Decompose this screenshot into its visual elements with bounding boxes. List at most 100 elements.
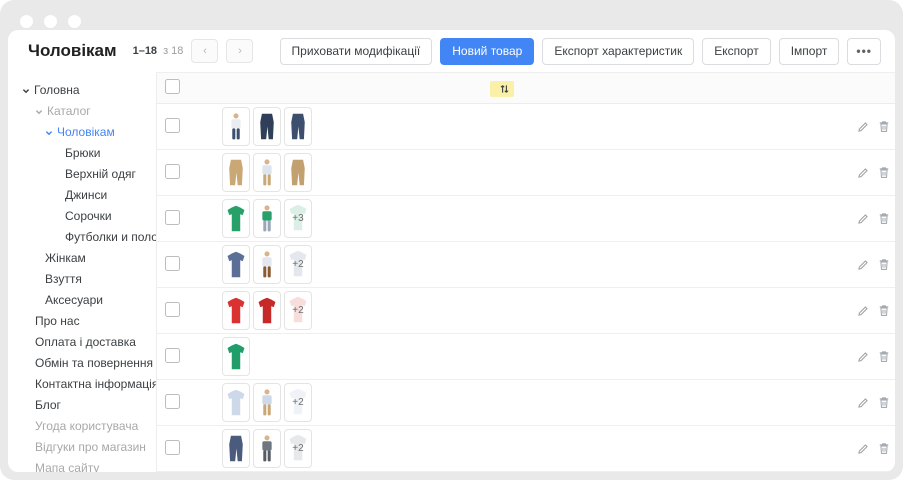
more-photos-thumb[interactable]: +2	[284, 429, 312, 468]
more-photos-thumb[interactable]: +2	[284, 245, 312, 284]
old-price-cell	[582, 150, 626, 196]
delete-icon[interactable]	[878, 396, 890, 409]
sidebar-item-контактна-інформація[interactable]: Контактна інформація	[8, 373, 156, 394]
sidebar-item-чоловікам[interactable]: Чоловікам	[8, 121, 156, 142]
sidebar-item-брюки[interactable]: Брюки	[8, 142, 156, 163]
edit-icon[interactable]	[857, 121, 869, 133]
product-photo-thumb[interactable]	[253, 153, 281, 192]
edit-icon[interactable]	[857, 213, 869, 225]
product-photo-thumb[interactable]	[222, 245, 250, 284]
sidebar-item-головна[interactable]: Головна	[8, 79, 156, 100]
prev-page-button[interactable]: ‹	[191, 39, 218, 63]
row-checkbox[interactable]	[165, 256, 180, 271]
more-actions-button[interactable]: •••	[847, 38, 881, 65]
window-dot[interactable]	[68, 15, 81, 28]
product-photo-thumb[interactable]	[253, 107, 281, 146]
more-photos-thumb[interactable]: +2	[284, 383, 312, 422]
section-cell	[490, 242, 542, 288]
product-photo-thumb[interactable]	[253, 429, 281, 468]
select-all-checkbox[interactable]	[165, 79, 180, 94]
price-cell	[542, 196, 582, 242]
row-checkbox[interactable]	[165, 302, 180, 317]
delete-icon[interactable]	[878, 120, 890, 133]
delete-icon[interactable]	[878, 258, 890, 271]
column-header-валюта[interactable]	[626, 73, 657, 104]
sidebar-item-сорочки[interactable]: Сорочки	[8, 205, 156, 226]
section-cell	[490, 104, 542, 150]
export-characteristics-button[interactable]: Експорт характеристик	[542, 38, 694, 65]
sidebar-item-жінкам[interactable]: Жінкам	[8, 247, 156, 268]
sidebar-item-аксесуари[interactable]: Аксесуари	[8, 289, 156, 310]
import-button[interactable]: Імпорт	[779, 38, 840, 65]
product-photo-thumb[interactable]	[222, 107, 250, 146]
sidebar-item-оплата-і-доставка[interactable]: Оплата і доставка	[8, 331, 156, 352]
brand-cell	[755, 472, 802, 473]
delete-icon[interactable]	[878, 212, 890, 225]
window-dot[interactable]	[20, 15, 33, 28]
pagination: 1–18 з 18 ‹ ›	[133, 39, 254, 63]
column-header-дата-додавання[interactable]	[422, 73, 490, 104]
photo-thumbnails: +2	[222, 383, 318, 422]
product-photo-thumb[interactable]	[222, 291, 250, 330]
sidebar-item-відгуки-про-магазин[interactable]: Відгуки про магазин	[8, 436, 156, 457]
product-photo-thumb[interactable]	[284, 153, 312, 192]
hide-modifications-button[interactable]: Приховати модифікації	[280, 38, 433, 65]
sidebar-item-мапа-сайту[interactable]: Мапа сайту	[8, 457, 156, 472]
sidebar-item-блог[interactable]: Блог	[8, 394, 156, 415]
product-photo-thumb[interactable]	[253, 245, 281, 284]
export-button[interactable]: Експорт	[702, 38, 770, 65]
edit-icon[interactable]	[857, 305, 869, 317]
sidebar-item-джинси[interactable]: Джинси	[8, 184, 156, 205]
old-price-cell	[582, 104, 626, 150]
sidebar-item-футболки-и-поло[interactable]: Футболки и поло	[8, 226, 156, 247]
window-dot[interactable]	[44, 15, 57, 28]
more-photos-thumb[interactable]: +2	[284, 291, 312, 330]
column-header-стара-ціна[interactable]	[582, 73, 626, 104]
delete-icon[interactable]	[878, 304, 890, 317]
product-photo-thumb[interactable]	[222, 153, 250, 192]
row-checkbox[interactable]	[165, 210, 180, 225]
row-checkbox[interactable]	[165, 164, 180, 179]
sidebar-item-каталог[interactable]: Каталог	[8, 100, 156, 121]
sidebar-item-взуття[interactable]: Взуття	[8, 268, 156, 289]
product-photo-thumb[interactable]	[222, 199, 250, 238]
column-header-назва[interactable]	[322, 73, 422, 104]
product-photo-thumb[interactable]	[253, 383, 281, 422]
product-photo-thumb[interactable]	[253, 291, 281, 330]
sort-icon[interactable]	[500, 84, 509, 94]
edit-icon[interactable]	[857, 259, 869, 271]
row-checkbox[interactable]	[165, 394, 180, 409]
sidebar-item-label: Футболки и поло	[65, 230, 157, 244]
sidebar-item-верхній-одяг[interactable]: Верхній одяг	[8, 163, 156, 184]
column-header-відображати[interactable]	[657, 73, 705, 104]
new-product-button[interactable]: Новий товар	[440, 38, 534, 65]
sidebar-item-угода-користувача[interactable]: Угода користувача	[8, 415, 156, 436]
edit-icon[interactable]	[857, 351, 869, 363]
sidebar-item-обмін-та-повернення[interactable]: Обмін та повернення	[8, 352, 156, 373]
edit-icon[interactable]	[857, 397, 869, 409]
more-photos-thumb[interactable]: +3	[284, 199, 312, 238]
sidebar-item-про-нас[interactable]: Про нас	[8, 310, 156, 331]
edit-icon[interactable]	[857, 443, 869, 455]
delete-icon[interactable]	[878, 350, 890, 363]
product-photo-thumb[interactable]	[284, 107, 312, 146]
row-checkbox[interactable]	[165, 440, 180, 455]
column-header-бренд[interactable]	[755, 73, 802, 104]
column-header-фото[interactable]	[222, 73, 322, 104]
next-page-button[interactable]: ›	[226, 39, 253, 63]
row-checkbox[interactable]	[165, 118, 180, 133]
edit-icon[interactable]	[857, 167, 869, 179]
delete-icon[interactable]	[878, 442, 890, 455]
column-header-артикул[interactable]	[179, 73, 222, 104]
column-header-наявність[interactable]	[705, 73, 755, 104]
product-photo-thumb[interactable]	[253, 199, 281, 238]
product-photo-thumb[interactable]	[222, 337, 250, 376]
product-photo-thumb[interactable]	[222, 383, 250, 422]
delete-icon[interactable]	[878, 166, 890, 179]
top-icon	[225, 248, 247, 281]
column-header-розділ[interactable]	[490, 73, 542, 104]
row-checkbox[interactable]	[165, 348, 180, 363]
product-photo-thumb[interactable]	[222, 429, 250, 468]
column-header-шаблон[interactable]	[802, 73, 862, 104]
column-header-ціна[interactable]	[542, 73, 582, 104]
